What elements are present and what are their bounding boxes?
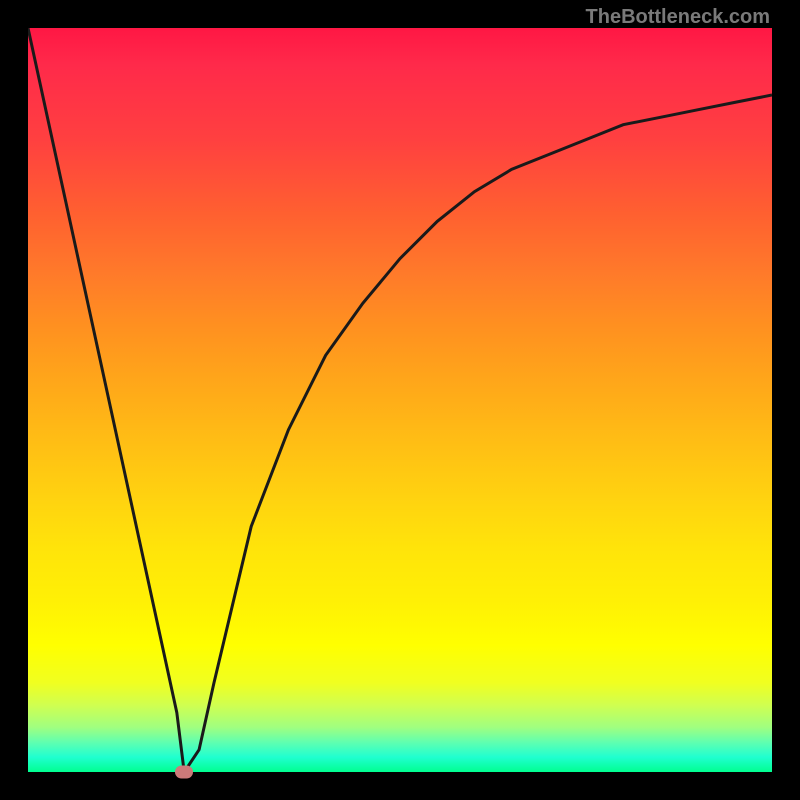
optimal-marker — [175, 766, 193, 779]
curve-svg — [28, 28, 772, 772]
chart-container: TheBottleneck.com — [0, 0, 800, 800]
plot-area — [28, 28, 772, 772]
watermark-text: TheBottleneck.com — [586, 6, 770, 29]
bottleneck-curve — [28, 28, 772, 772]
